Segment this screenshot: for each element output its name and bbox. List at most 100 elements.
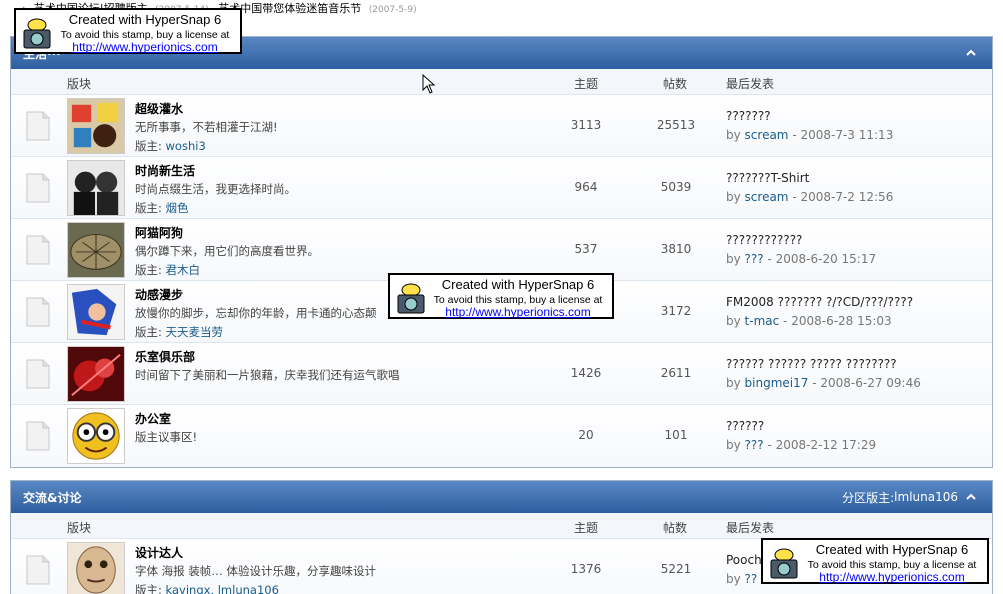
mouse-pointer-icon [422, 74, 436, 94]
section-mod-name[interactable]: lmluna106 [894, 490, 958, 504]
hypersnap-stamp: Created with HyperSnap 6 To avoid this s… [761, 538, 989, 584]
last-post-title[interactable]: Pooch [726, 553, 762, 567]
last-post-user[interactable]: ?? [745, 572, 758, 586]
forum-post-count: 3810 [660, 242, 692, 256]
last-post-meta: by scream - 2008-7-2 12:56 [726, 190, 893, 204]
last-post-title[interactable]: ?????? [726, 419, 764, 433]
forum-topic-count: 537 [574, 242, 598, 256]
forum-description: 版主议事区! [135, 430, 198, 444]
col-last-post: 最后发表 [726, 521, 775, 535]
moderator-label: 版主: [135, 583, 166, 594]
forum-topic-count: 964 [574, 180, 598, 194]
forum-name[interactable]: 超级灌水 [135, 100, 183, 117]
forum-description: 时间留下了美丽和一片狼藉，庆幸我们还有运气歌唱 [135, 368, 400, 382]
stamp-line1: Created with HyperSnap 6 [68, 12, 222, 27]
last-post-time: - 2008-2-12 17:29 [763, 438, 877, 452]
forum-thumbnail-image[interactable] [67, 408, 125, 464]
forum-topic-count: 1426 [570, 366, 602, 380]
forum-thumbnail-image[interactable] [67, 160, 125, 216]
moderator-link[interactable]: 天天麦当劳 [166, 325, 224, 339]
forum-post-count: 2611 [660, 366, 692, 380]
col-last-post: 最后发表 [726, 77, 775, 91]
moderator-link[interactable]: 烟色 [166, 201, 189, 215]
last-post-meta: by ??? - 2008-6-20 15:17 [726, 252, 876, 266]
forum-status-icon [26, 555, 50, 585]
forum-thumbnail-image[interactable] [67, 98, 125, 154]
forum-moderators: 版主: 君木白 [135, 262, 200, 278]
forum-status-icon [26, 421, 50, 451]
last-post-meta: by bingmei17 - 2008-6-27 09:46 [726, 376, 921, 390]
camera-icon [397, 283, 425, 314]
last-post-by: by [726, 252, 745, 266]
forum-status-icon [26, 173, 50, 203]
forum-thumbnail-image[interactable] [67, 346, 125, 402]
last-post-user[interactable]: bingmei17 [745, 376, 809, 390]
stamp-link[interactable]: http://www.hyperionics.com [803, 570, 981, 584]
moderator-link[interactable]: kavingx, lmluna106 [166, 583, 279, 594]
last-post-user[interactable]: scream [745, 190, 789, 204]
forum-topic-count: 3113 [570, 118, 602, 132]
forum-name[interactable]: 时尚新生活 [135, 162, 195, 179]
moderator-label: 版主: [135, 263, 166, 277]
forum-thumbnail-image[interactable] [67, 542, 125, 594]
stamp-link[interactable]: http://www.hyperionics.com [56, 40, 234, 54]
category-life: 生活··· 版块 主题 帖数 最后发表 超级灌水无所事事，不若相灌于江湖!版主:… [10, 36, 993, 468]
forum-description: 放慢你的脚步，忘却你的年龄，用卡通的心态颠 [135, 306, 377, 320]
last-post-by: by [726, 438, 745, 452]
last-post-title[interactable]: ?????? ?????? ????? ???????? [726, 357, 897, 371]
stamp-link[interactable]: http://www.hyperionics.com [430, 305, 606, 319]
forum-moderators: 版主: kavingx, lmluna106 [135, 582, 279, 594]
forum-moderators: 版主: 烟色 [135, 200, 189, 216]
collapse-chevron-icon[interactable] [966, 492, 976, 502]
collapse-chevron-icon[interactable] [966, 48, 976, 58]
forum-post-count: 101 [664, 428, 688, 442]
last-post-meta: by scream - 2008-7-3 11:13 [726, 128, 893, 142]
announcement-date-2: (2007-5-9) [368, 5, 417, 15]
col-board: 版块 [67, 521, 92, 535]
forum-status-icon [26, 235, 50, 265]
forum-thumbnail-image[interactable] [67, 284, 125, 340]
forum-status-icon [26, 297, 50, 327]
moderator-link[interactable]: woshi3 [166, 139, 206, 153]
last-post-user[interactable]: t-mac [745, 314, 780, 328]
col-topics: 主题 [574, 77, 599, 91]
last-post-user[interactable]: ??? [745, 438, 764, 452]
forum-description: 无所事事，不若相灌于江湖! [135, 120, 278, 134]
hypersnap-stamp: Created with HyperSnap 6 To avoid this s… [388, 273, 614, 319]
forum-name[interactable]: 办公室 [135, 410, 171, 427]
forum-post-count: 5221 [660, 562, 692, 576]
forum-topic-count: 20 [578, 428, 594, 442]
moderator-link[interactable]: 君木白 [166, 263, 201, 277]
forum-name[interactable]: 阿猫阿狗 [135, 224, 183, 241]
last-post-time: - 2008-6-20 15:17 [763, 252, 877, 266]
forum-moderators: 版主: woshi3 [135, 138, 206, 154]
moderator-label: 版主: [135, 201, 166, 215]
forum-name[interactable]: 乐室俱乐部 [135, 348, 195, 365]
column-header-row: 版块 主题 帖数 最后发表 [11, 69, 992, 95]
camera-icon [770, 548, 798, 579]
forum-description: 字体 海报 装帧… 体验设计乐趣，分享趣味设计 [135, 564, 376, 578]
category-title[interactable]: 交流&讨论 [23, 489, 81, 506]
forum-name[interactable]: 动感漫步 [135, 286, 183, 303]
last-post-time: - 2008-7-2 12:56 [788, 190, 894, 204]
forum-thumbnail-image[interactable] [67, 222, 125, 278]
last-post-title[interactable]: FM2008 ??????? ?/?CD/???/???? [726, 295, 913, 309]
forum-name[interactable]: 设计达人 [135, 544, 183, 561]
last-post-title[interactable]: ???????????? [726, 233, 802, 247]
last-post-title[interactable]: ???????T-Shirt [726, 171, 809, 185]
forum-post-count: 5039 [660, 180, 692, 194]
last-post-title[interactable]: ??????? [726, 109, 771, 123]
moderator-label: 版主: [135, 139, 166, 153]
forum-row: 时尚新生活 时尚点缀生活，我更选择时尚。 版主: 烟色 964 5039 ???????T… [11, 157, 992, 219]
last-post-user[interactable]: scream [745, 128, 789, 142]
last-post-by: by [726, 572, 745, 586]
hypersnap-stamp: Created with HyperSnap 6 To avoid this s… [14, 8, 242, 54]
forum-row: 办公室版主议事区! 20 101?????? by ??? - 2008-2-12 1… [11, 405, 992, 467]
stamp-line1: Created with HyperSnap 6 [815, 542, 969, 557]
last-post-user[interactable]: ??? [745, 252, 764, 266]
col-topics: 主题 [574, 521, 599, 535]
forum-row: 超级灌水 无所事事，不若相灌于江湖! 版主: woshi3 3113 25513????… [11, 95, 992, 157]
last-post-by: by [726, 376, 745, 390]
col-posts: 帖数 [663, 521, 688, 535]
column-header-row: 版块 主题 帖数 最后发表 [11, 513, 992, 539]
